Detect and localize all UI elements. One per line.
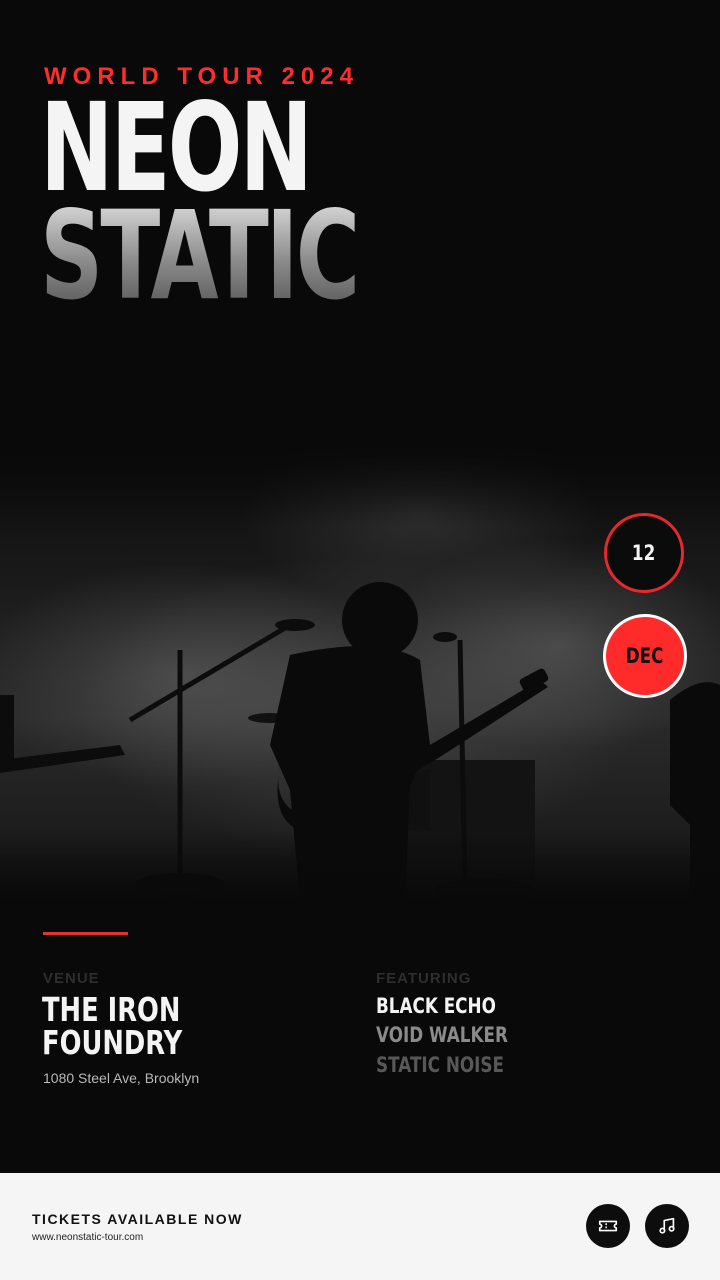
featuring-label: FEATURING bbox=[376, 970, 472, 987]
title-line-2: STATIC bbox=[40, 185, 360, 327]
date-day-text: 12 bbox=[632, 541, 656, 565]
featured-artist: BLACK ECHO bbox=[376, 994, 496, 1018]
tour-url-link[interactable]: www.neonstatic-tour.com bbox=[32, 1232, 143, 1243]
music-note-icon bbox=[659, 1217, 675, 1234]
poster: WORLD TOUR 2024 NEON STATIC 12 DEC VENUE… bbox=[0, 0, 720, 1280]
venue-name: THE IRON FOUNDRY bbox=[42, 993, 302, 1059]
ticket-icon bbox=[598, 1220, 618, 1232]
tickets-cta[interactable]: TICKETS AVAILABLE NOW bbox=[32, 1211, 243, 1227]
featured-artist: STATIC NOISE bbox=[376, 1053, 505, 1077]
date-month-badge: DEC bbox=[603, 614, 687, 698]
venue-name-line-2: FOUNDRY bbox=[42, 1023, 183, 1062]
date-month-text: DEC bbox=[626, 644, 664, 668]
venue-label: VENUE bbox=[43, 970, 100, 987]
venue-name-line-1: THE IRON bbox=[42, 990, 181, 1029]
accent-divider bbox=[43, 932, 128, 935]
featured-artist: VOID WALKER bbox=[376, 1023, 508, 1047]
band-title: NEON STATIC bbox=[40, 87, 481, 327]
date-day-badge: 12 bbox=[604, 513, 684, 593]
ticket-footer: TICKETS AVAILABLE NOW www.neonstatic-tou… bbox=[0, 1173, 720, 1280]
music-button[interactable] bbox=[645, 1204, 689, 1248]
ticket-button[interactable] bbox=[586, 1204, 630, 1248]
venue-address: 1080 Steel Ave, Brooklyn bbox=[43, 1070, 200, 1086]
